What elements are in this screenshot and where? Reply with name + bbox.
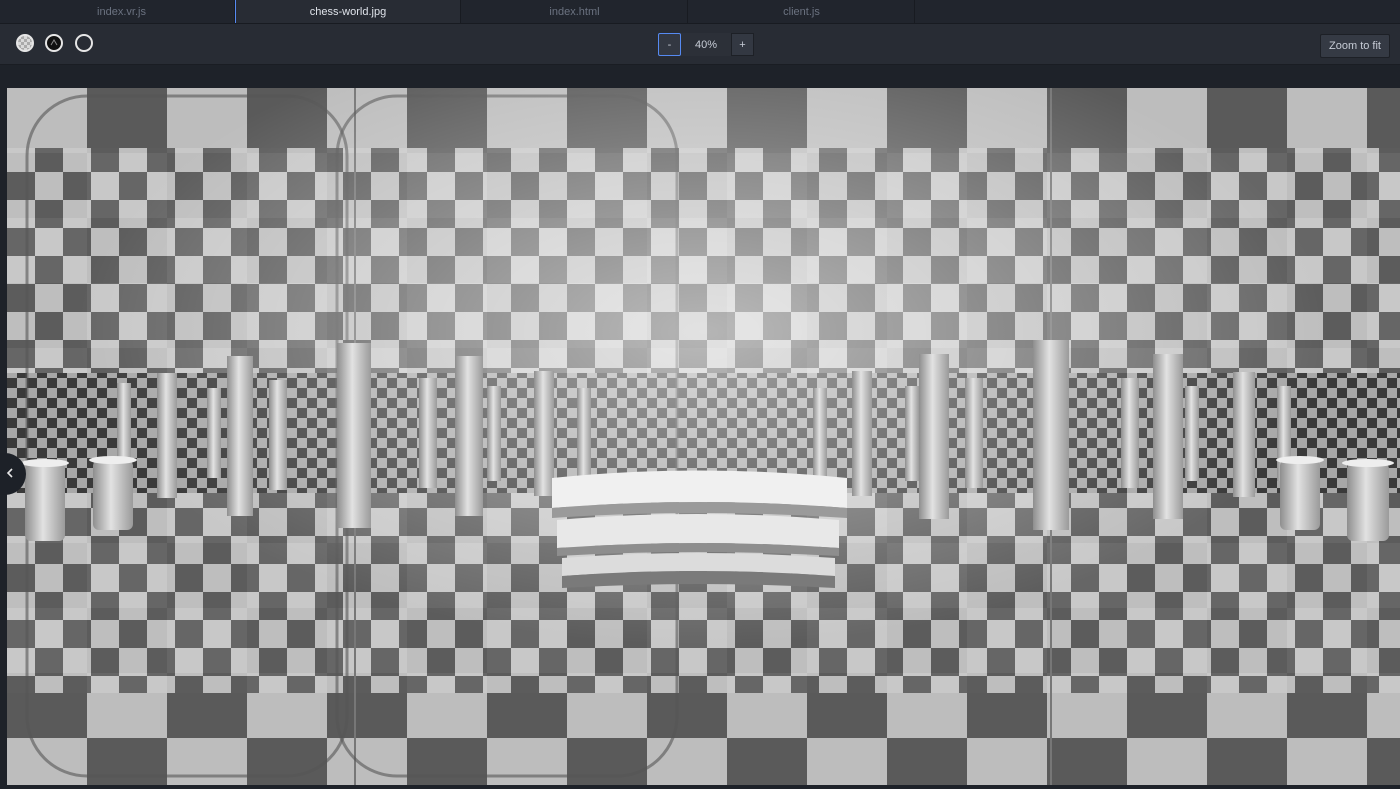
tab-label: index.vr.js [97, 5, 146, 18]
zoom-in-button[interactable]: + [731, 33, 754, 56]
panorama-image [7, 88, 1400, 785]
zoom-controls: - 40% + [658, 33, 754, 56]
checker-background-icon[interactable] [16, 34, 34, 52]
tab-bar: index.vr.js chess-world.jpg index.html c… [0, 0, 1400, 24]
transparent-background-icon[interactable] [75, 34, 93, 52]
tab-chess-world-jpg[interactable]: chess-world.jpg [235, 0, 461, 23]
chevron-left-icon [6, 465, 14, 483]
zoom-to-fit-button[interactable]: Zoom to fit [1320, 34, 1390, 58]
tab-label: index.html [549, 5, 600, 18]
tab-index-html[interactable]: index.html [462, 0, 688, 23]
zoom-level: 40% [681, 33, 731, 56]
zoom-out-button[interactable]: - [658, 33, 681, 56]
tab-label: client.js [783, 5, 820, 18]
tab-index-vr-js[interactable]: index.vr.js [9, 0, 235, 23]
tab-client-js[interactable]: client.js [689, 0, 915, 23]
tab-label: chess-world.jpg [309, 5, 387, 18]
image-viewer [0, 65, 1400, 789]
dark-background-icon[interactable] [45, 34, 63, 52]
image-toolbar: - 40% + Zoom to fit [0, 24, 1400, 65]
